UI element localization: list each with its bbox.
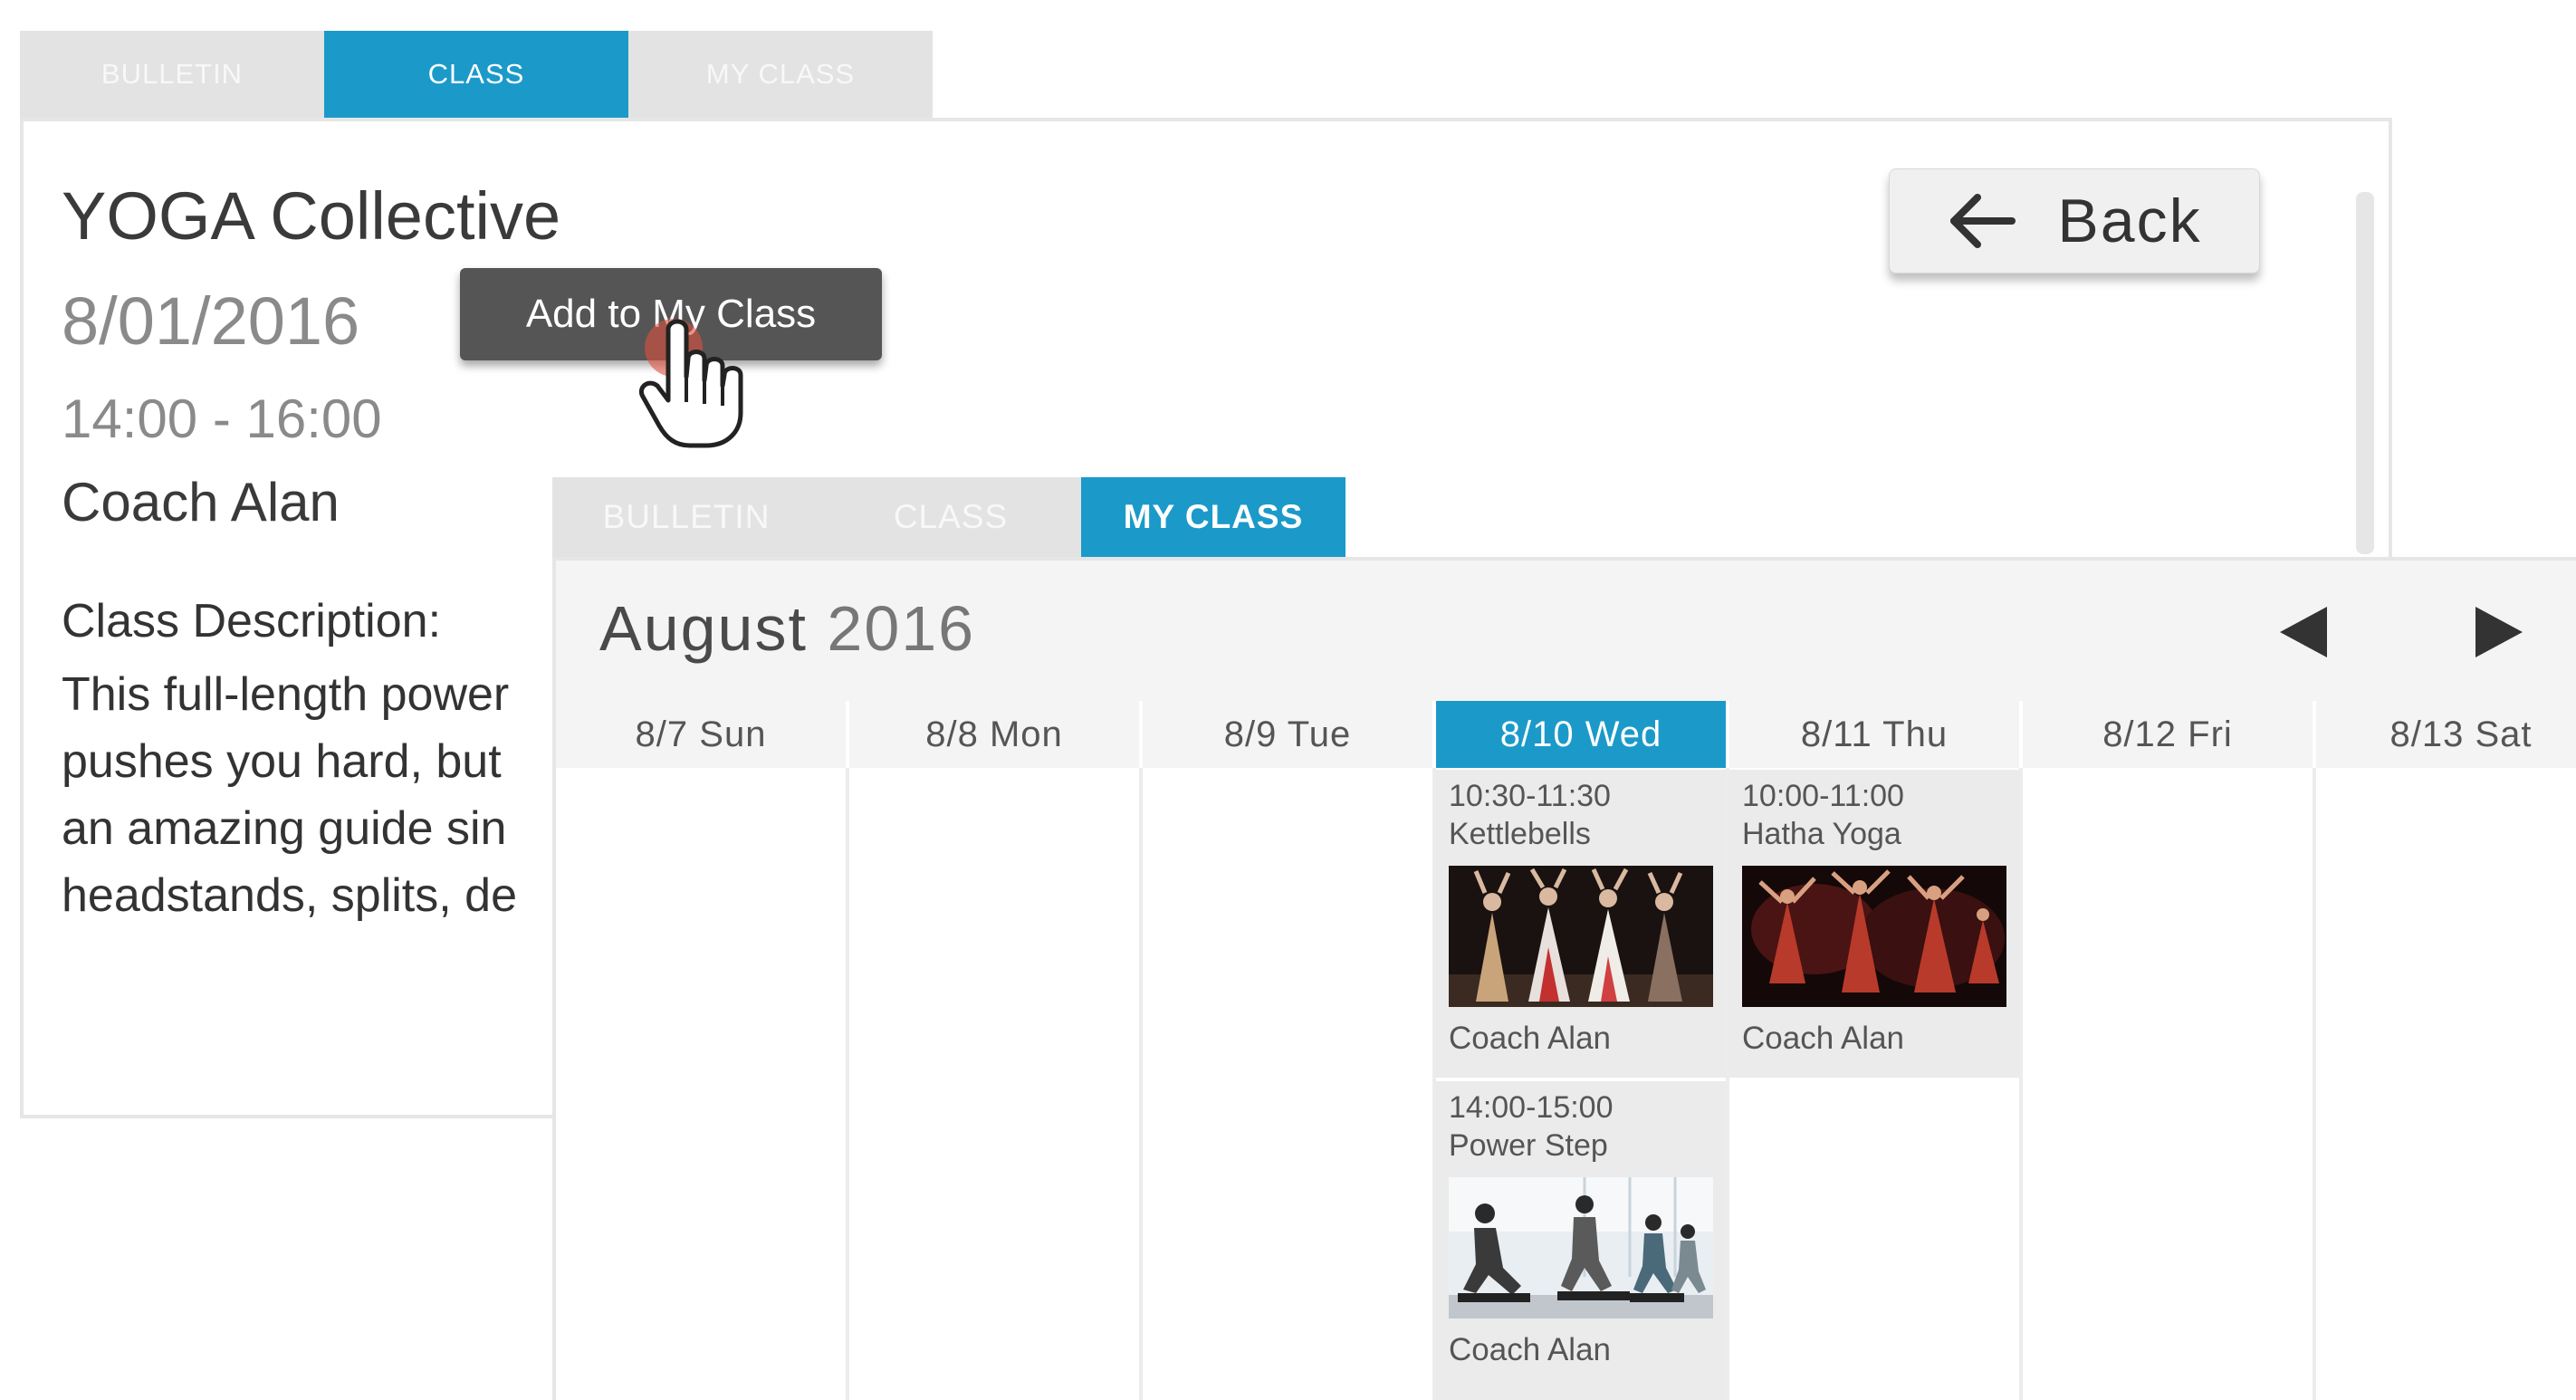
tab-bulletin[interactable]: BULLETIN: [20, 31, 324, 118]
calendar-event[interactable]: 14:00-15:00 Power Step Coach Alan: [1436, 1081, 1726, 1400]
description-line: headstands, splits, de: [62, 869, 517, 922]
day-header-wed: 8/10 Wed: [1436, 701, 1726, 768]
day-header-sat: 8/13 Sat: [2316, 701, 2576, 768]
back-button-label: Back: [2057, 187, 2202, 255]
column-divider: [2019, 768, 2023, 1400]
tab-my-class[interactable]: MY CLASS: [628, 31, 933, 118]
event-time: 10:00-11:00: [1742, 779, 1904, 813]
back-button[interactable]: Back: [1889, 168, 2260, 273]
class-date: 8/01/2016: [62, 283, 360, 359]
dance-photo-image: [1449, 866, 1713, 1007]
step-class-photo-image: [1449, 1177, 1713, 1318]
detail-scrollbar[interactable]: [2356, 192, 2374, 554]
class-time: 14:00 - 16:00: [62, 388, 382, 449]
description-heading: Class Description:: [62, 595, 442, 647]
description-line: an amazing guide sin: [62, 802, 507, 855]
performance-photo-image: [1742, 866, 2006, 1007]
day-header-tue: 8/9 Tue: [1143, 701, 1432, 768]
year: 2016: [827, 593, 976, 664]
next-week-icon[interactable]: [2472, 605, 2526, 659]
day-header-fri: 8/12 Fri: [2023, 701, 2313, 768]
tab-my-class[interactable]: MY CLASS: [1081, 477, 1345, 557]
event-name: Hatha Yoga: [1742, 817, 1901, 851]
arrow-left-icon: [1950, 194, 2016, 248]
event-coach: Coach Alan: [1449, 1332, 1612, 1367]
column-divider: [2313, 768, 2316, 1400]
tab-bulletin[interactable]: BULLETIN: [552, 477, 820, 557]
calendar-event[interactable]: 10:30-11:30 Kettlebells Coach Alan: [1436, 770, 1726, 1078]
description-line: This full-length power: [62, 668, 510, 721]
day-header-sun: 8/7 Sun: [556, 701, 846, 768]
calendar-month-title: August 2016: [599, 592, 975, 665]
class-title: YOGA Collective: [62, 178, 561, 254]
event-coach: Coach Alan: [1742, 1021, 1905, 1056]
event-time: 10:30-11:30: [1449, 779, 1611, 813]
event-name: Kettlebells: [1449, 817, 1591, 851]
description-text: This full-length power pushes you hard, …: [62, 661, 569, 929]
previous-week-icon[interactable]: [2276, 605, 2331, 659]
weekday-header-row: 8/7 Sun 8/8 Mon 8/9 Tue 8/10 Wed 8/11 Th…: [556, 701, 2576, 768]
event-name: Power Step: [1449, 1128, 1608, 1163]
column-divider: [846, 768, 849, 1400]
class-coach: Coach Alan: [62, 472, 340, 532]
calendar-tab-bar: BULLETIN CLASS MY CLASS: [552, 477, 1345, 557]
hand-cursor-icon: [639, 319, 743, 448]
month-name: August: [599, 593, 808, 664]
day-header-mon: 8/8 Mon: [849, 701, 1139, 768]
description-line: pushes you hard, but: [62, 735, 502, 788]
calendar-event[interactable]: 10:00-11:00 Hatha Yoga Coach Alan: [1729, 770, 2019, 1078]
event-time: 14:00-15:00: [1449, 1090, 1614, 1125]
tab-class[interactable]: CLASS: [324, 31, 628, 118]
detail-tab-bar: BULLETIN CLASS MY CLASS: [20, 31, 933, 118]
day-header-thu: 8/11 Thu: [1729, 701, 2019, 768]
column-divider: [1139, 768, 1143, 1400]
tab-class[interactable]: CLASS: [820, 477, 1081, 557]
event-coach: Coach Alan: [1449, 1021, 1612, 1056]
